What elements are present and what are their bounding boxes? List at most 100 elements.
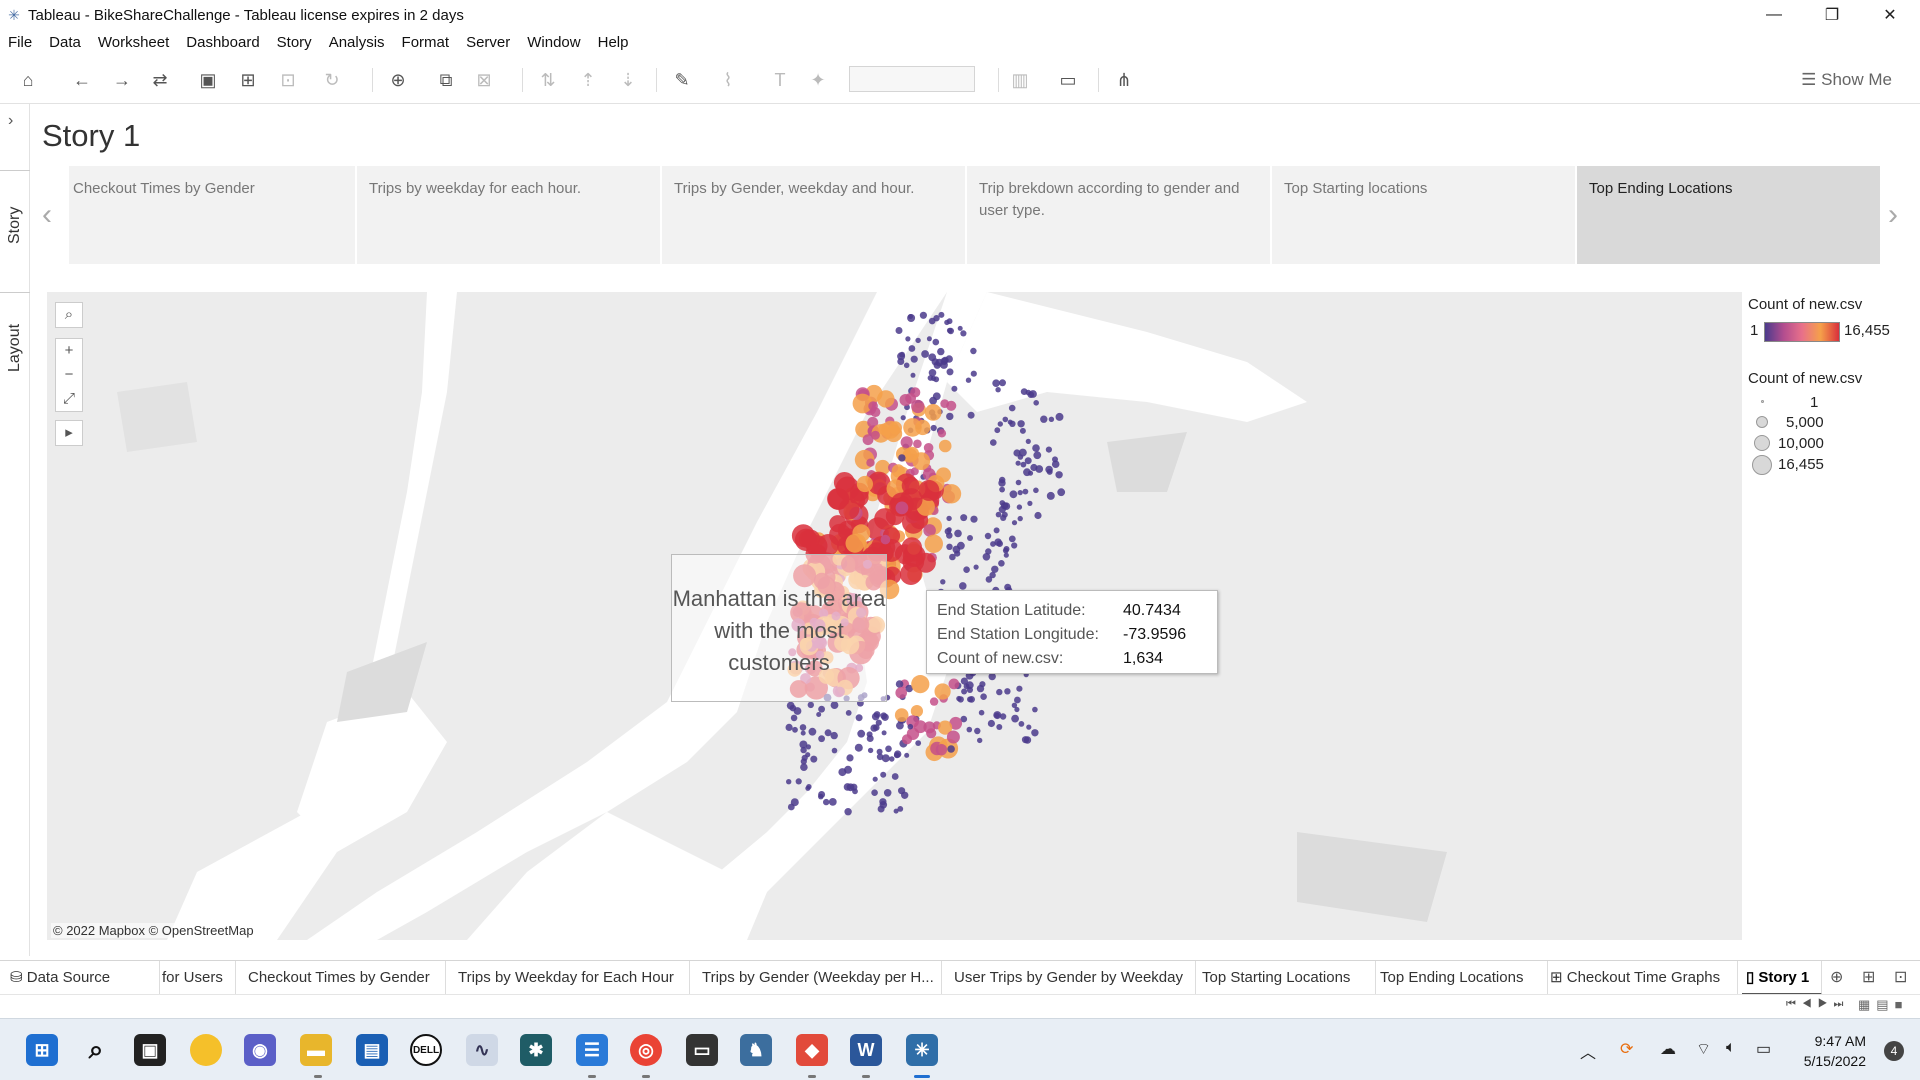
station-mark[interactable] [930, 424, 937, 432]
station-mark[interactable] [946, 327, 953, 334]
station-mark[interactable] [808, 727, 817, 736]
station-mark[interactable] [896, 721, 904, 730]
station-mark[interactable] [957, 696, 964, 703]
station-mark[interactable] [795, 778, 802, 785]
menu-window[interactable]: Window [527, 34, 580, 51]
station-mark[interactable] [855, 714, 863, 722]
station-mark[interactable] [1046, 491, 1055, 500]
zoom-in-icon[interactable]: + [65, 339, 74, 363]
station-mark[interactable] [1027, 470, 1034, 476]
zoom-out-icon[interactable]: − [65, 363, 74, 387]
station-mark[interactable] [1019, 427, 1026, 434]
station-mark[interactable] [895, 327, 903, 334]
fit-dropdown[interactable] [849, 66, 975, 92]
station-mark[interactable] [990, 541, 996, 547]
reset-map-icon[interactable]: ⤢ [63, 387, 75, 411]
station-mark[interactable] [1045, 446, 1052, 453]
color-legend-ramp[interactable] [1764, 322, 1840, 342]
station-mark[interactable] [947, 745, 955, 753]
station-mark[interactable] [994, 712, 1000, 719]
station-mark[interactable] [800, 763, 808, 771]
station-mark[interactable] [1027, 500, 1033, 506]
station-mark[interactable] [807, 701, 814, 709]
view-mode-icons[interactable]: ▦▤■ [1858, 997, 1908, 1013]
station-mark[interactable] [915, 740, 922, 746]
station-mark[interactable] [937, 429, 947, 438]
menu-dashboard[interactable]: Dashboard [186, 34, 259, 51]
app-icon-yellow[interactable] [190, 1034, 222, 1066]
size-legend-item[interactable]: 10,000 [1748, 433, 1868, 453]
station-mark[interactable] [1016, 504, 1023, 510]
station-mark[interactable] [828, 798, 837, 806]
station-mark[interactable] [999, 486, 1005, 493]
size-legend-item[interactable]: 1 [1748, 392, 1868, 412]
station-mark[interactable] [1017, 515, 1023, 522]
station-mark[interactable] [924, 404, 942, 421]
station-mark[interactable] [999, 379, 1006, 387]
tab-story-1[interactable]: ▯ Story 1 [1742, 961, 1822, 995]
station-mark[interactable] [954, 529, 962, 538]
station-mark[interactable] [817, 534, 839, 556]
station-mark[interactable] [818, 735, 825, 743]
station-mark[interactable] [984, 532, 992, 540]
station-mark[interactable] [1018, 721, 1025, 727]
station-mark[interactable] [875, 719, 882, 726]
station-mark[interactable] [938, 439, 952, 453]
station-mark[interactable] [960, 330, 967, 337]
sync-icon[interactable]: ⟳ [1620, 1039, 1633, 1059]
station-mark[interactable] [885, 745, 892, 753]
station-mark[interactable] [903, 418, 922, 437]
station-mark[interactable] [901, 537, 922, 558]
station-mark[interactable] [948, 678, 960, 690]
tab-top-ending-locations[interactable]: Top Ending Locations [1380, 961, 1548, 995]
station-mark[interactable] [1016, 685, 1023, 692]
map-view[interactable]: ⌕ + − ⤢ ▸ Manhattan is the area with the… [47, 292, 1742, 940]
refresh-icon[interactable]: ↻ [320, 68, 344, 92]
station-mark[interactable] [1009, 490, 1018, 499]
undo-icon[interactable]: ← [70, 68, 94, 92]
station-mark[interactable] [928, 317, 936, 325]
station-mark[interactable] [919, 311, 928, 319]
station-mark[interactable] [898, 787, 906, 795]
story-point-trips-weekday-hour[interactable]: Trips by weekday for each hour. [357, 166, 660, 264]
station-mark[interactable] [1023, 736, 1032, 744]
station-mark[interactable] [995, 387, 1001, 393]
save-icon[interactable]: ▣ [196, 68, 220, 92]
station-mark[interactable] [932, 392, 941, 401]
station-mark[interactable] [946, 543, 953, 550]
station-mark[interactable] [846, 783, 855, 792]
station-mark[interactable] [946, 532, 953, 539]
station-mark[interactable] [793, 707, 802, 715]
station-mark[interactable] [993, 527, 1000, 534]
station-mark[interactable] [1055, 412, 1064, 421]
duplicate-sheet-icon[interactable]: ⧉ [434, 68, 458, 92]
station-mark[interactable] [980, 693, 987, 700]
station-mark[interactable] [871, 789, 878, 796]
station-mark[interactable] [967, 535, 973, 541]
station-mark[interactable] [911, 675, 930, 694]
new-worksheet-icon[interactable]: ⊕ [386, 68, 410, 92]
show-hidden-icons-icon[interactable]: ︿ [1580, 1039, 1596, 1063]
station-mark[interactable] [1025, 438, 1031, 444]
station-mark[interactable] [866, 735, 874, 742]
tab-trips-by-gender[interactable]: Trips by Gender (Weekday per H... [694, 961, 942, 995]
station-mark[interactable] [1002, 416, 1009, 423]
station-mark[interactable] [1017, 420, 1025, 428]
tab-user-trips-by-gender[interactable]: User Trips by Gender by Weekday [946, 961, 1196, 995]
close-button[interactable]: ✕ [1862, 0, 1918, 30]
station-mark[interactable] [945, 355, 953, 363]
station-mark[interactable] [895, 680, 904, 688]
station-mark[interactable] [883, 789, 892, 797]
home-icon[interactable]: ⌂ [16, 68, 40, 92]
station-mark[interactable] [830, 701, 839, 709]
station-mark[interactable] [934, 683, 951, 700]
station-mark[interactable] [961, 688, 968, 695]
battery-icon[interactable]: ▭ [1756, 1039, 1771, 1059]
station-mark[interactable] [966, 686, 974, 693]
menu-format[interactable]: Format [402, 34, 450, 51]
station-mark[interactable] [996, 540, 1003, 547]
station-mark[interactable] [880, 712, 888, 720]
station-mark[interactable] [1033, 487, 1039, 494]
station-mark[interactable] [800, 730, 806, 736]
station-mark[interactable] [921, 350, 929, 358]
